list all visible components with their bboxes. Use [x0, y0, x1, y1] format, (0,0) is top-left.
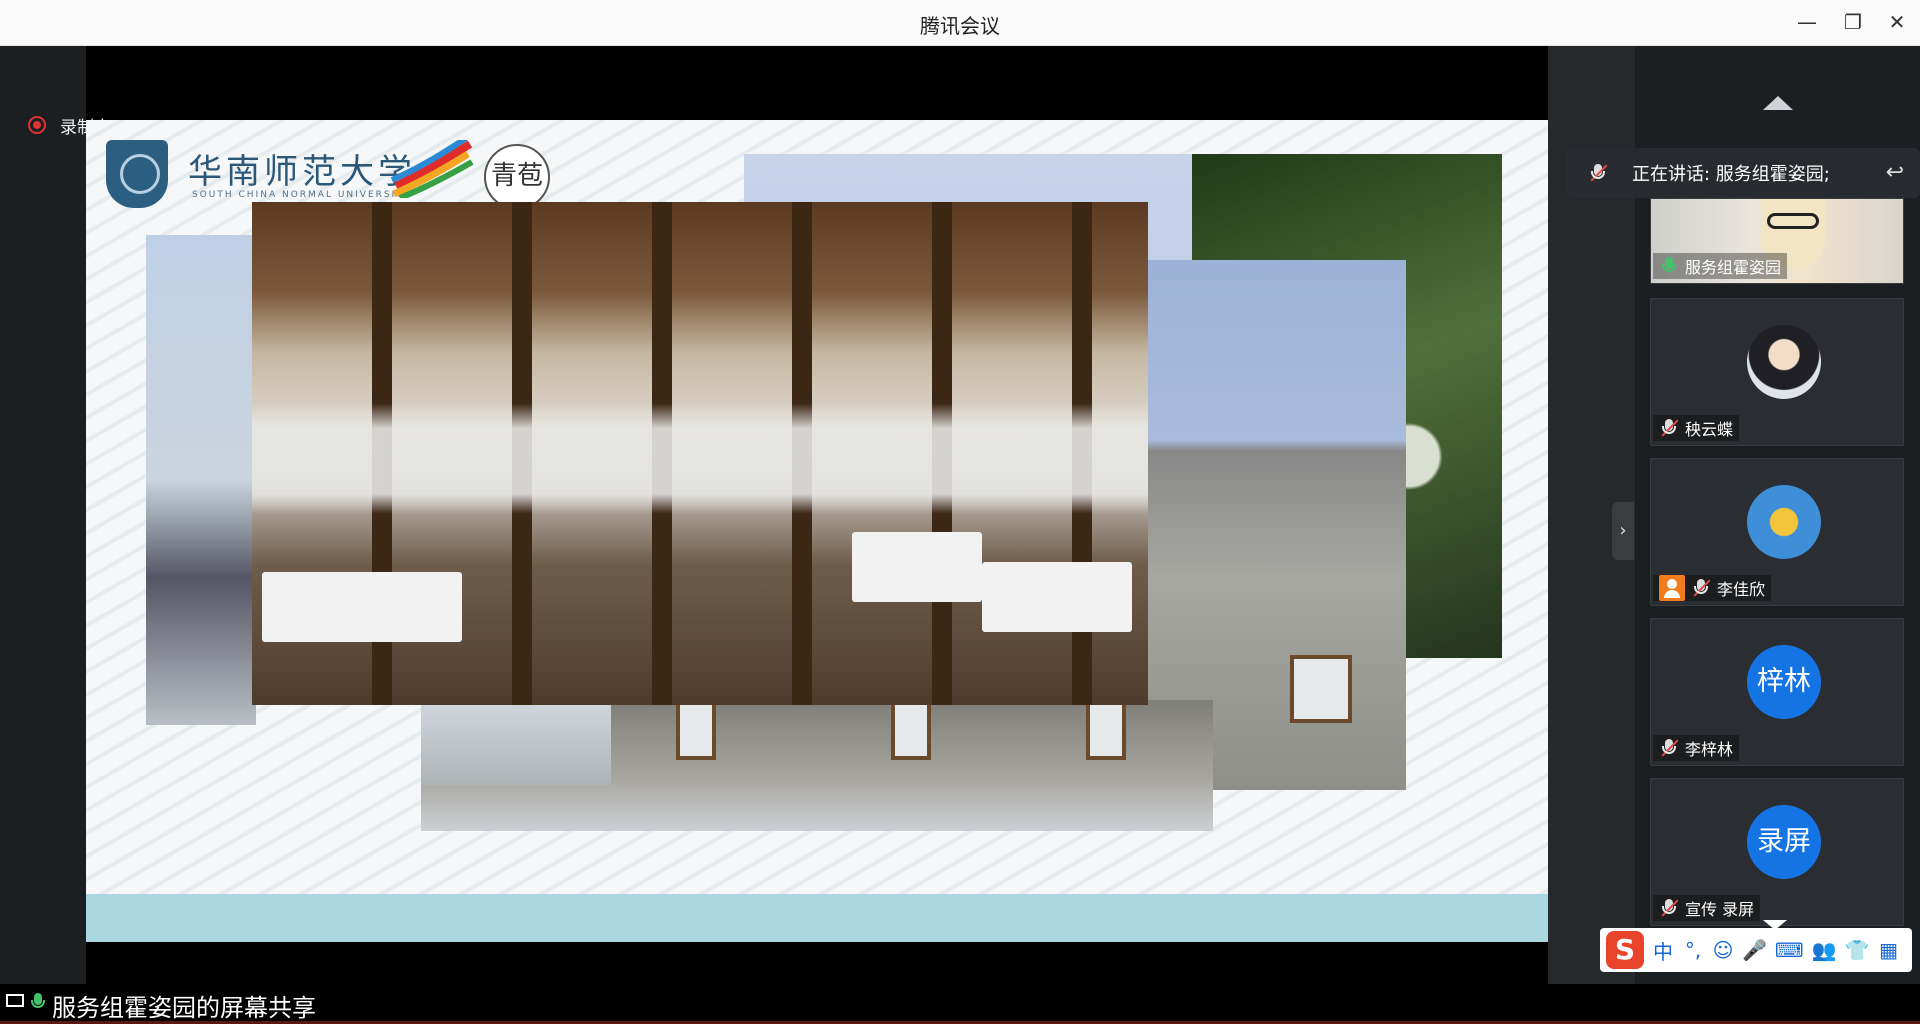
screen-share-bar: 服务组霍姿园的屏幕共享 — [0, 984, 1920, 1024]
avatar — [1747, 325, 1821, 399]
photo-timber-interior — [252, 202, 1148, 705]
table-cloth — [982, 562, 1132, 632]
mic-muted-icon[interactable] — [1588, 163, 1608, 183]
photo-old-house — [421, 705, 611, 785]
reply-icon[interactable]: ↩ — [1886, 160, 1904, 185]
table-cloth — [262, 572, 462, 642]
participant-namebar: 李梓林 — [1653, 735, 1740, 761]
window-frame — [891, 700, 931, 760]
keyboard-icon[interactable]: ⌨ — [1775, 938, 1804, 962]
chinese-mode-icon[interactable]: 中 — [1652, 936, 1674, 965]
mic-muted-icon — [1659, 418, 1679, 438]
participant-name: 服务组霍姿园 — [1685, 258, 1782, 277]
skin-icon[interactable]: 👕 — [1845, 938, 1870, 962]
stripes-logo — [390, 140, 474, 198]
speaking-text: 正在讲话: 服务组霍姿园; — [1632, 164, 1830, 185]
mic-on-icon — [1659, 256, 1679, 276]
record-icon — [28, 116, 46, 134]
sogou-logo-icon[interactable]: S — [1606, 931, 1644, 969]
participant-namebar: 李佳欣 — [1653, 575, 1772, 601]
participant-tile[interactable]: 梓林 李梓林 — [1650, 618, 1904, 766]
speaking-banner: 正在讲话: 服务组霍姿园; ↩ — [1566, 148, 1920, 198]
university-logo-text: 华南师范大学 — [188, 152, 416, 192]
participant-namebar: 服务组霍姿园 — [1653, 253, 1788, 279]
ime-toolbar[interactable]: S 中 °, ☺ 🎤 ⌨ 👥 👕 ▦ — [1600, 928, 1912, 972]
mic-muted-icon — [1659, 898, 1679, 918]
window-title: 腾讯会议 — [920, 14, 1000, 38]
avatar — [1747, 485, 1821, 559]
avatar: 梓林 — [1747, 645, 1821, 719]
window-frame — [676, 700, 716, 760]
close-icon[interactable]: ✕ — [1880, 8, 1914, 36]
participant-name: 李梓林 — [1685, 740, 1734, 759]
user-icon[interactable]: 👥 — [1812, 938, 1837, 962]
toolbox-icon[interactable]: ▦ — [1878, 938, 1900, 962]
window-frame — [1290, 655, 1352, 723]
punctuation-icon[interactable]: °, — [1682, 938, 1704, 962]
participant-name: 宣传 录屏 — [1685, 900, 1755, 919]
slide-footer-band — [86, 894, 1548, 942]
participant-tile[interactable]: 录屏 宣传 录屏 — [1650, 778, 1904, 926]
screen-share-label: 服务组霍姿园的屏幕共享 — [52, 994, 316, 1022]
participant-tile[interactable]: 秧云蝶 — [1650, 298, 1904, 446]
avatar: 录屏 — [1747, 805, 1821, 879]
participant-tile[interactable]: 李佳欣 — [1650, 458, 1904, 606]
university-crest — [106, 140, 168, 208]
collapse-panel-button[interactable]: › — [1612, 502, 1634, 560]
participant-namebar: 秧云蝶 — [1653, 415, 1740, 441]
title-bar: 腾讯会议 — ❐ ✕ — [0, 0, 1920, 46]
voice-input-icon[interactable]: 🎤 — [1742, 938, 1767, 962]
scroll-up-icon[interactable] — [1763, 96, 1793, 110]
participant-name: 秧云蝶 — [1685, 420, 1734, 439]
photo-mountain — [146, 235, 256, 725]
table-cloth — [852, 532, 982, 602]
mic-muted-icon — [1691, 578, 1711, 598]
window-frame — [1086, 700, 1126, 760]
shared-screen: 华南师范大学 SOUTH CHINA NORMAL UNIVERSITY 青苞 — [86, 120, 1548, 942]
participant-name: 李佳欣 — [1717, 580, 1766, 599]
left-rail — [0, 46, 86, 984]
person-icon — [1659, 575, 1685, 601]
seal-logo: 青苞 — [484, 144, 550, 210]
participant-tile-video[interactable]: 服务组霍姿园 — [1650, 198, 1904, 284]
minimize-icon[interactable]: — — [1790, 8, 1824, 36]
screen-share-icon — [6, 994, 24, 1007]
mic-muted-icon — [1659, 738, 1679, 758]
restore-icon[interactable]: ❐ — [1836, 8, 1870, 36]
emoji-icon[interactable]: ☺ — [1712, 938, 1734, 962]
participant-namebar: 宣传 录屏 — [1653, 895, 1761, 921]
university-logo-subtitle: SOUTH CHINA NORMAL UNIVERSITY — [192, 190, 412, 200]
glasses — [1767, 213, 1819, 229]
mic-on-icon — [28, 992, 48, 1012]
